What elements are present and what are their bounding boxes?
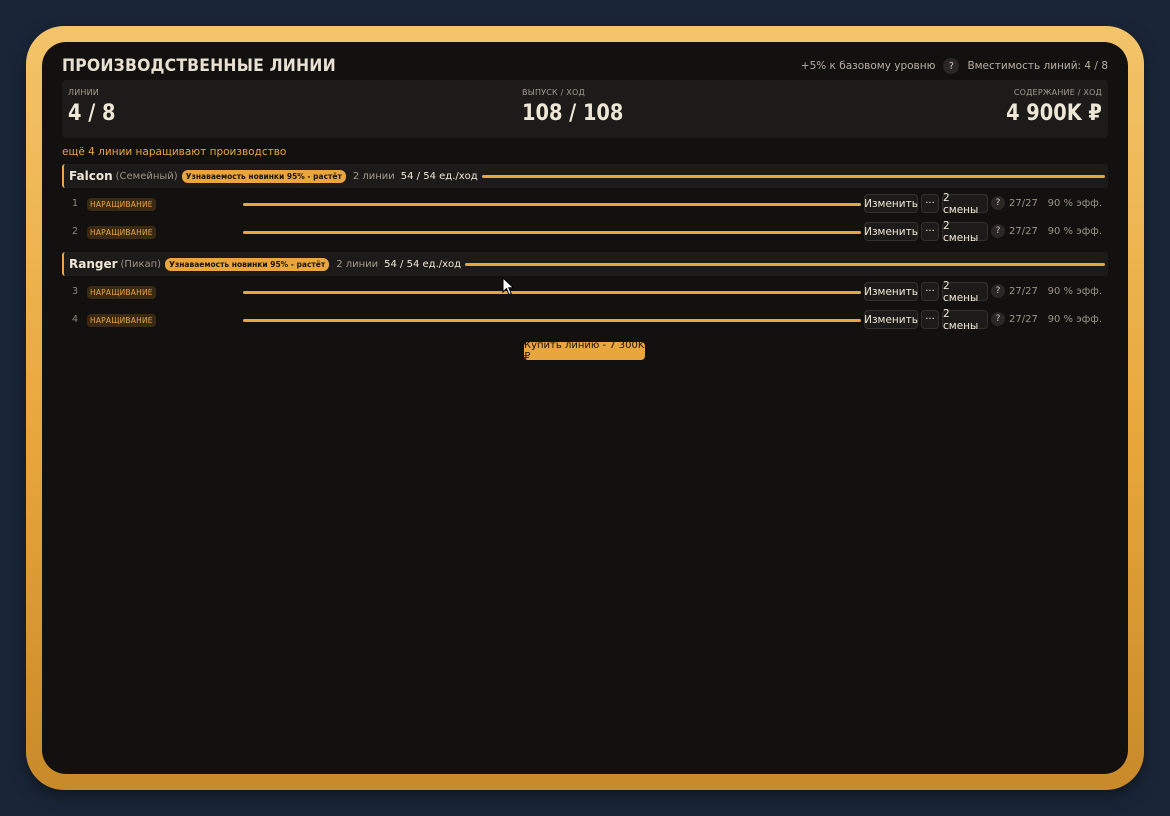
line-progress-bar: [243, 231, 861, 234]
recognition-badge: Узнаваемость новинки 95% - растёт: [165, 257, 330, 271]
line-number: 3: [72, 286, 79, 297]
shifts-button[interactable]: 2 смены: [942, 308, 988, 332]
mouse-cursor-icon: [502, 277, 515, 296]
stat-upkeep-label: СОДЕРЖАНИЕ / ХОД: [1013, 88, 1102, 97]
more-button[interactable]: ···: [921, 194, 939, 213]
help-icon[interactable]: ?: [943, 58, 960, 74]
buy-line-button[interactable]: Купить линию - 7 300K ₽: [524, 340, 645, 362]
phase-badge: НАРАЩИВАНИЕ: [87, 314, 156, 327]
stat-output-value: 108 / 108: [522, 101, 624, 126]
group-output: 54 / 54 ед./ход: [400, 170, 478, 182]
line-count: 2 линии: [352, 170, 395, 182]
line-progress-bar: [243, 291, 861, 294]
phase-badge: НАРАЩИВАНИЕ: [87, 286, 156, 299]
change-button[interactable]: Изменить: [864, 194, 918, 213]
bonus-text: +5% к базовому уровню: [800, 60, 936, 72]
line-efficiency: 90 % эфф.: [1047, 226, 1102, 237]
model-group-ranger[interactable]: Ranger (Пикап) Узнаваемость новинки 95% …: [62, 252, 1108, 276]
line-number: 4: [72, 314, 79, 325]
change-button[interactable]: Изменить: [864, 310, 918, 329]
line-number: 2: [72, 226, 79, 237]
model-name: Ranger: [69, 257, 118, 271]
line-efficiency: 90 % эфф.: [1047, 198, 1102, 209]
page-title: ПРОИЗВОДСТВЕННЫЕ ЛИНИИ: [62, 56, 336, 76]
line-efficiency: 90 % эфф.: [1047, 286, 1102, 297]
line-progress-bar: [243, 203, 861, 206]
model-group-falcon[interactable]: Falcon (Семейный) Узнаваемость новинки 9…: [62, 164, 1108, 188]
header: ПРОИЗВОДСТВЕННЫЕ ЛИНИИ +5% к базовому ур…: [62, 52, 1108, 80]
stat-upkeep-value: 4 900K ₽: [1006, 101, 1102, 126]
line-capacity: 27/27: [1009, 198, 1038, 209]
model-type: (Пикап): [120, 258, 162, 270]
more-button[interactable]: ···: [921, 222, 939, 241]
help-icon[interactable]: ?: [991, 312, 1005, 326]
production-screen: ПРОИЗВОДСТВЕННЫЕ ЛИНИИ +5% к базовому ур…: [42, 42, 1128, 774]
stat-lines-label: ЛИНИИ: [68, 88, 99, 97]
stats-panel: ЛИНИИ 4 / 8 ВЫПУСК / ХОД 108 / 108 СОДЕР…: [62, 80, 1108, 138]
capacity-text: Вместимость линий: 4 / 8: [967, 60, 1108, 72]
line-efficiency: 90 % эфф.: [1047, 314, 1102, 325]
line-capacity: 27/27: [1009, 286, 1038, 297]
model-name: Falcon: [69, 169, 113, 183]
stat-output: ВЫПУСК / ХОД 108 / 108: [522, 88, 637, 126]
group-progress-bar: [465, 262, 1105, 266]
line-count: 2 линии: [336, 258, 379, 270]
help-icon[interactable]: ?: [991, 224, 1005, 238]
line-row: 3 НАРАЩИВАНИЕ Изменить ··· 2 смены ? 27/…: [62, 280, 1108, 305]
line-capacity: 27/27: [1009, 226, 1038, 237]
stat-upkeep: СОДЕРЖАНИЕ / ХОД 4 900K ₽: [993, 88, 1102, 126]
change-button[interactable]: Изменить: [864, 282, 918, 301]
phase-badge: НАРАЩИВАНИЕ: [87, 226, 156, 239]
stat-lines-value: 4 / 8: [68, 101, 116, 126]
more-button[interactable]: ···: [921, 282, 939, 301]
stat-lines: ЛИНИИ 4 / 8: [68, 88, 122, 126]
line-row: 4 НАРАЩИВАНИЕ Изменить ··· 2 смены ? 27/…: [62, 308, 1108, 333]
change-button[interactable]: Изменить: [864, 222, 918, 241]
line-number: 1: [72, 198, 79, 209]
shifts-button[interactable]: 2 смены: [942, 280, 988, 304]
recognition-badge: Узнаваемость новинки 95% - растёт: [181, 169, 346, 183]
shifts-button[interactable]: 2 смены: [942, 220, 988, 244]
model-type: (Семейный): [115, 170, 178, 182]
header-info: +5% к базовому уровню ? Вместимость лини…: [801, 58, 1108, 74]
help-icon[interactable]: ?: [991, 196, 1005, 210]
line-row: 2 НАРАЩИВАНИЕ Изменить ··· 2 смены ? 27/…: [62, 220, 1108, 245]
stat-output-label: ВЫПУСК / ХОД: [522, 88, 585, 97]
line-progress-bar: [243, 319, 861, 322]
group-progress-bar: [481, 174, 1105, 178]
shifts-button[interactable]: 2 смены: [942, 192, 988, 216]
phase-badge: НАРАЩИВАНИЕ: [87, 198, 156, 211]
more-button[interactable]: ···: [921, 310, 939, 329]
rampup-notice: ещё 4 линии наращивают производство: [62, 146, 287, 158]
help-icon[interactable]: ?: [991, 284, 1005, 298]
line-row: 1 НАРАЩИВАНИЕ Изменить ··· 2 смены ? 27/…: [62, 192, 1108, 217]
line-capacity: 27/27: [1009, 314, 1038, 325]
group-output: 54 / 54 ед./ход: [384, 258, 462, 270]
